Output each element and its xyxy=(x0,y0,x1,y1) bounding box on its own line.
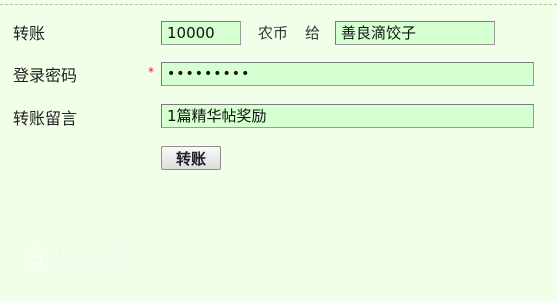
message-input[interactable]: 1篇精华帖奖励 xyxy=(161,104,534,128)
watermark-logo-icon xyxy=(26,246,43,269)
password-input[interactable]: ••••••••• xyxy=(161,62,534,86)
currency-text: 农币 xyxy=(258,24,289,42)
message-label: 转账留言 xyxy=(13,109,78,128)
recipient-input[interactable]: 善良滴饺子 xyxy=(335,21,495,45)
watermark-text: 农人之家 xyxy=(54,248,131,271)
watermark: 农人之家 xyxy=(22,244,130,272)
required-asterisk: * xyxy=(148,65,154,79)
transfer-submit-button[interactable]: 转账 xyxy=(161,146,221,170)
amount-input[interactable]: 10000 xyxy=(161,21,241,45)
top-dashed-divider xyxy=(0,4,557,5)
to-text: 给 xyxy=(305,24,321,42)
transfer-label: 转账 xyxy=(13,24,46,43)
password-label: 登录密码 xyxy=(13,66,78,85)
